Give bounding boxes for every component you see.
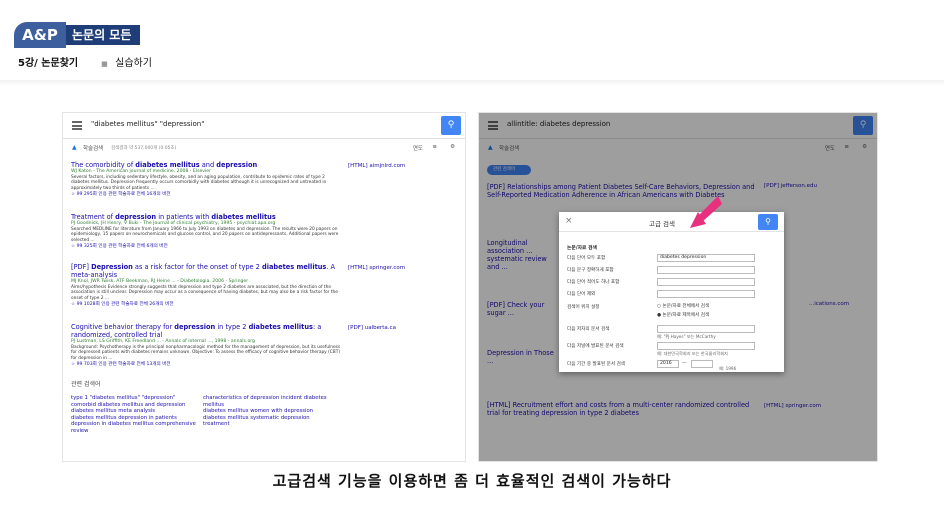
all-words-input[interactable]: diabetes depression bbox=[657, 254, 755, 262]
exclude-words-label: 다음 단어 제외 bbox=[567, 292, 596, 297]
dialog-section-title: 논문/자료 검색 bbox=[567, 246, 597, 251]
pointer-arrow-icon bbox=[690, 196, 722, 228]
search-bar: "diabetes mellitus" "depression" ⚲ bbox=[63, 113, 465, 139]
result-actions[interactable]: ☆ 99 325회 인용 관련 학술자료 전체 6개의 버전 bbox=[71, 243, 341, 251]
scholar-cap-icon: ▲ bbox=[72, 144, 77, 151]
result-actions[interactable]: ☆ 99 295회 인용 관련 학술자료 전체 16개의 버전 bbox=[71, 191, 341, 199]
result-title[interactable]: The comorbidity of diabetes mellitus and… bbox=[71, 161, 341, 169]
scholar-label: 학술검색 bbox=[83, 146, 104, 152]
result-snippet: Searched MEDLINE for literature from Jan… bbox=[71, 227, 339, 243]
search-input[interactable]: "diabetes mellitus" "depression" bbox=[91, 120, 204, 128]
lesson-label: 5강/ 논문찾기 bbox=[18, 58, 79, 69]
close-icon[interactable]: × bbox=[565, 216, 573, 226]
result-title[interactable]: Cognitive behavior therapy for depressio… bbox=[71, 323, 341, 339]
result-title[interactable]: Treatment of depression in patients with… bbox=[71, 213, 341, 221]
result-link[interactable]: [HTML] springer.com bbox=[348, 265, 405, 271]
slide-caption: 고급검색 기능을 이용하면 좀 더 효율적인 검색이 가능하다 bbox=[272, 472, 672, 490]
related-search-link[interactable]: diabetes mellitus meta analysis bbox=[71, 408, 201, 415]
related-searches-title: 관련 검색어 bbox=[71, 381, 101, 388]
dialog-header: × 고급 검색 ⚲ bbox=[559, 212, 784, 232]
result-title[interactable]: [PDF] Depression as a risk factor for th… bbox=[71, 263, 341, 279]
author-input[interactable] bbox=[657, 325, 755, 333]
radio-anywhere[interactable]: ○ 논문/자료 전체에서 검색 bbox=[657, 303, 709, 309]
divider bbox=[0, 80, 944, 86]
result-item: Cognitive behavior therapy for depressio… bbox=[71, 323, 341, 369]
author-label: 다음 저자의 문서 검색 bbox=[567, 327, 610, 332]
result-snippet: Several factors, including sedentary lif… bbox=[71, 175, 327, 191]
radio-title[interactable]: ● 논문/자료 제목에서 검색 bbox=[657, 312, 709, 318]
exact-phrase-input[interactable] bbox=[657, 266, 755, 274]
result-item: [PDF] Depression as a risk factor for th… bbox=[71, 263, 341, 309]
bullet-icon: ■ bbox=[101, 60, 108, 68]
where-label: 검색어 위치 설정 bbox=[567, 305, 600, 310]
related-search-link[interactable]: diabetes mellitus systematic depression … bbox=[203, 415, 333, 428]
year-hint: 예: 1996 bbox=[719, 366, 737, 371]
author-hint: 예: "PJ Hayes" 또는 McCarthy bbox=[657, 334, 716, 339]
year-from-input[interactable]: 2016 bbox=[657, 360, 679, 368]
date-label: 다음 기간 중 발표된 문서 검색 bbox=[567, 362, 626, 367]
any-words-input[interactable] bbox=[657, 278, 755, 286]
sublesson-label: 실습하기 bbox=[115, 58, 152, 69]
publication-input[interactable] bbox=[657, 342, 755, 350]
filter-icon[interactable]: ≡ bbox=[432, 144, 437, 150]
result-actions[interactable]: ☆ 99 703회 인용 관련 학술자료 전체 13개의 버전 bbox=[71, 361, 341, 369]
publication-hint: 예: 대한민국학회지 또는 한국물리학회지 bbox=[657, 351, 728, 356]
result-link[interactable]: [PDF] ualberta.ca bbox=[348, 325, 396, 331]
result-item: The comorbidity of diabetes mellitus and… bbox=[71, 161, 341, 199]
exclude-words-input[interactable] bbox=[657, 290, 755, 298]
result-link[interactable]: [HTML] aimjnlrd.com bbox=[348, 163, 405, 169]
all-words-label: 다음 단어 모두 포함 bbox=[567, 256, 606, 261]
dialog-title: 고급 검색 bbox=[649, 220, 675, 228]
course-title: 논문의 모든 것 bbox=[66, 25, 140, 62]
brand-mark: A&P bbox=[14, 22, 66, 48]
related-search-link[interactable]: depression in diabetes mellitus comprehe… bbox=[71, 421, 201, 434]
results-toolbar: ▲ 학술검색 검색결과 약 537,000개 (0.05초) 연도 ≡ ⚙ bbox=[63, 139, 465, 157]
result-actions[interactable]: ☆ 99 1028회 인용 관련 학술자료 전체 26개의 버전 bbox=[71, 301, 341, 309]
publication-label: 다음 저널에 발표된 문서 검색 bbox=[567, 344, 624, 349]
scholar-results-panel: "diabetes mellitus" "depression" ⚲ ▲ 학술검… bbox=[62, 112, 466, 462]
related-search-link[interactable]: characteristics of depression incident d… bbox=[203, 395, 333, 408]
year-separator: — bbox=[682, 361, 687, 366]
result-snippet: Background: Psychotherapy is the princip… bbox=[71, 345, 341, 361]
menu-icon[interactable] bbox=[72, 121, 82, 130]
related-search-link[interactable]: diabetes mellitus depression in patients bbox=[71, 415, 201, 422]
result-item: Treatment of depression in patients with… bbox=[71, 213, 341, 251]
related-search-link[interactable]: diabetes mellitus women with depression bbox=[203, 408, 333, 415]
advanced-search-dialog: × 고급 검색 ⚲ 논문/자료 검색 다음 단어 모두 포함 diabetes … bbox=[559, 212, 784, 372]
lesson-breadcrumb: 5강/ 논문찾기 ■ 실습하기 bbox=[18, 54, 152, 69]
related-search-link[interactable]: comorbid diabetes mellitus and depressio… bbox=[71, 402, 201, 409]
year-filter[interactable]: 연도 bbox=[413, 144, 423, 152]
any-words-label: 다음 단어 적어도 하나 포함 bbox=[567, 280, 620, 285]
result-count: 검색결과 약 537,000개 (0.05초) bbox=[111, 146, 177, 151]
search-button[interactable]: ⚲ bbox=[441, 116, 461, 135]
result-snippet: Aims/hypothesis Evidence strongly sugges… bbox=[71, 285, 338, 301]
exact-phrase-label: 다음 문구 정확하게 포함 bbox=[567, 268, 614, 273]
settings-icon[interactable]: ⚙ bbox=[450, 144, 455, 150]
dialog-search-button[interactable]: ⚲ bbox=[758, 214, 778, 230]
related-search-link[interactable]: type 1 "diabetes mellitus" "depression" bbox=[71, 395, 201, 402]
advanced-search-panel: allintitle: diabetes depression ⚲ ▲ 학술검색… bbox=[478, 112, 878, 462]
year-to-input[interactable] bbox=[691, 360, 713, 368]
logo: A&P 논문의 모든 것 bbox=[14, 22, 140, 62]
